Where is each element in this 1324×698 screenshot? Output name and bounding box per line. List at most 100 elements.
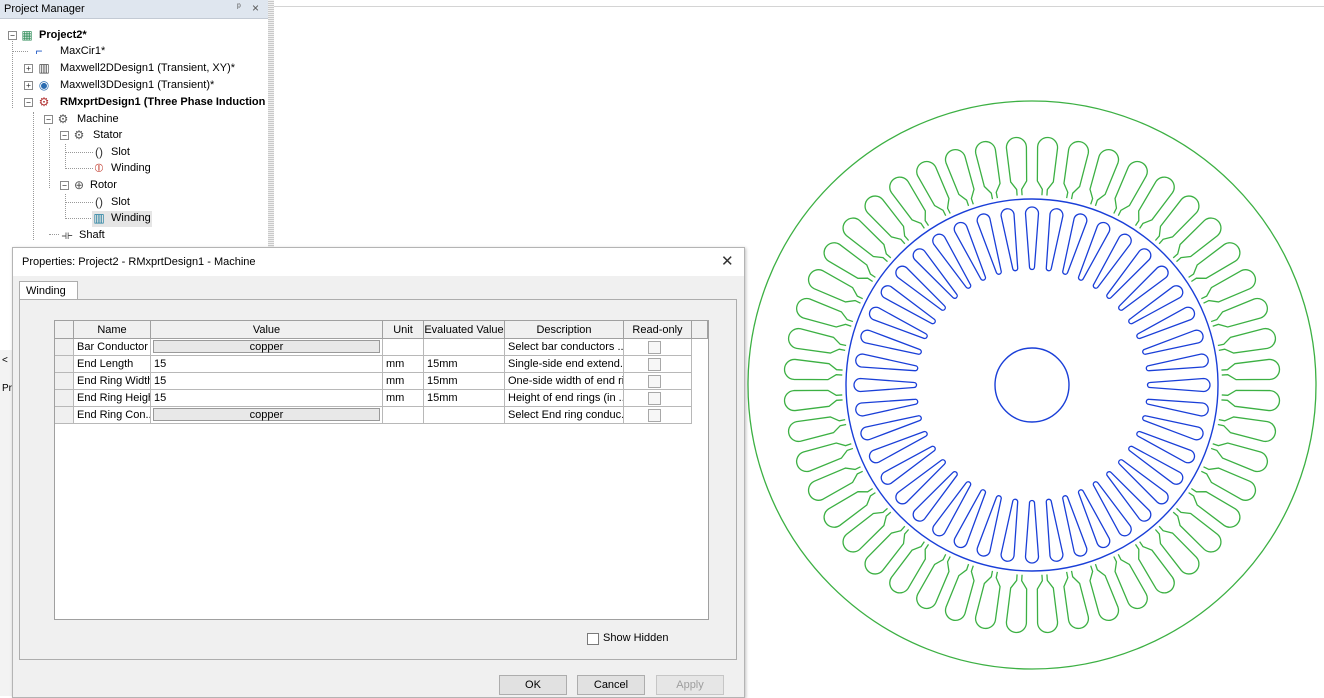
cell-value[interactable]: copper <box>151 407 383 424</box>
cell-unit <box>383 339 424 356</box>
stator-slot <box>1201 466 1257 501</box>
tab-winding[interactable]: Winding <box>19 281 78 300</box>
cell-value[interactable]: copper <box>151 339 383 356</box>
stator-slot <box>1188 487 1241 528</box>
side-panel-label: Pr <box>2 383 12 394</box>
machine-icon: ⚙ <box>57 112 69 126</box>
dialog-title: Properties: Project2 - RMxprtDesign1 - M… <box>22 256 256 268</box>
cell-unit: mm <box>383 390 424 407</box>
maxwell3d-icon: ◉ <box>38 78 50 92</box>
cell-read-only <box>624 339 692 356</box>
collapse-icon[interactable]: − <box>60 181 69 190</box>
rotor-slot <box>953 221 987 281</box>
collapse-icon[interactable]: − <box>60 131 69 140</box>
rotor-slot <box>853 377 918 393</box>
expand-icon[interactable]: + <box>24 64 33 73</box>
rotor-slot <box>860 415 922 441</box>
rotor-slot <box>855 353 919 372</box>
row-header[interactable] <box>55 356 74 373</box>
close-icon[interactable]: × <box>252 1 259 15</box>
rotor-slot <box>1136 430 1196 464</box>
stator-slot <box>823 487 876 528</box>
stator-slot <box>1154 195 1200 245</box>
winding-icon: ⦶ <box>94 161 104 175</box>
stator-slot <box>916 160 951 216</box>
material-button[interactable]: copper <box>153 340 380 353</box>
cell-read-only <box>624 407 692 424</box>
read-only-checkbox <box>648 392 661 405</box>
stator-slot <box>1036 574 1059 634</box>
dialog-titlebar[interactable]: Properties: Project2 - RMxprtDesign1 - M… <box>13 248 744 276</box>
project-icon: ▦ <box>21 28 33 42</box>
maxwell2d-icon: ▥ <box>38 61 50 75</box>
read-only-checkbox <box>648 375 661 388</box>
row-header[interactable] <box>55 339 74 356</box>
cell-evaluated <box>424 339 505 356</box>
collapse-icon[interactable]: − <box>44 115 53 124</box>
stator-slot <box>783 358 843 381</box>
cell-name: End Length <box>74 356 151 373</box>
cell-read-only <box>624 356 692 373</box>
stator-slot <box>1113 160 1148 216</box>
dialog-buttons: OK Cancel Apply <box>13 675 744 697</box>
read-only-checkbox <box>648 409 661 422</box>
row-header[interactable] <box>55 373 74 390</box>
stator-slot <box>842 507 892 553</box>
slot-icon: () <box>95 145 103 159</box>
cell-unit <box>383 407 424 424</box>
close-icon[interactable]: ✕ <box>721 252 734 270</box>
column-header-filler <box>692 321 708 339</box>
stator-slot <box>1005 574 1028 634</box>
cell-name: End Ring Width <box>74 373 151 390</box>
stator-slot <box>783 389 843 412</box>
rotor-slot <box>1000 208 1019 272</box>
rmxprt-icon: ⚙ <box>38 95 50 109</box>
column-header[interactable]: Value <box>151 321 383 339</box>
collapse-icon[interactable]: − <box>8 31 17 40</box>
cancel-button[interactable]: Cancel <box>577 675 645 695</box>
read-only-checkbox <box>648 341 661 354</box>
stator-slot <box>1172 507 1222 553</box>
cell-unit: mm <box>383 356 424 373</box>
stator-slot <box>1036 136 1059 196</box>
material-button[interactable]: copper <box>153 408 380 421</box>
rotor-slot <box>855 398 919 417</box>
read-only-checkbox <box>648 358 661 371</box>
column-header[interactable]: Description <box>505 321 624 339</box>
rotor-slot <box>1000 498 1019 562</box>
column-header[interactable]: Read-only <box>624 321 692 339</box>
properties-grid: Name Value Unit Evaluated Value Description R… <box>54 320 709 620</box>
stator-slot <box>1063 140 1090 200</box>
side-collapse-icon[interactable]: < <box>2 355 8 366</box>
column-header[interactable]: Evaluated Value <box>424 321 505 339</box>
cell-value[interactable]: 15 <box>151 390 383 407</box>
apply-button[interactable]: Apply <box>656 675 724 695</box>
rotor-slot <box>1024 206 1040 271</box>
stator-slot <box>823 242 876 283</box>
rotor-slot <box>1077 221 1111 281</box>
row-header[interactable] <box>55 407 74 424</box>
pin-icon[interactable]: ᵖ <box>237 2 241 13</box>
checkbox-icon[interactable] <box>587 633 599 645</box>
stator-slot <box>1217 416 1277 443</box>
rotor-slot <box>1145 398 1209 417</box>
tree-item-rotor-winding[interactable]: ▥ Winding <box>92 211 152 227</box>
cell-description: Single-side end extend... <box>505 356 624 373</box>
expand-icon[interactable]: + <box>24 81 33 90</box>
cell-description: Select bar conductors ... <box>505 339 624 356</box>
rotor-slot <box>1077 489 1111 549</box>
stator-icon: ⚙ <box>73 128 85 142</box>
collapse-icon[interactable]: − <box>24 98 33 107</box>
stator-slot <box>787 327 847 354</box>
stator-slot <box>974 140 1001 200</box>
ok-button[interactable]: OK <box>499 675 567 695</box>
cell-value[interactable]: 15 <box>151 356 383 373</box>
rotor-slot <box>976 495 1002 557</box>
cell-value[interactable]: 15 <box>151 373 383 390</box>
stator-slot <box>1172 217 1222 263</box>
row-header[interactable] <box>55 390 74 407</box>
stator-slot <box>1005 136 1028 196</box>
stator-slot <box>889 541 930 594</box>
column-header[interactable]: Name <box>74 321 151 339</box>
column-header[interactable]: Unit <box>383 321 424 339</box>
